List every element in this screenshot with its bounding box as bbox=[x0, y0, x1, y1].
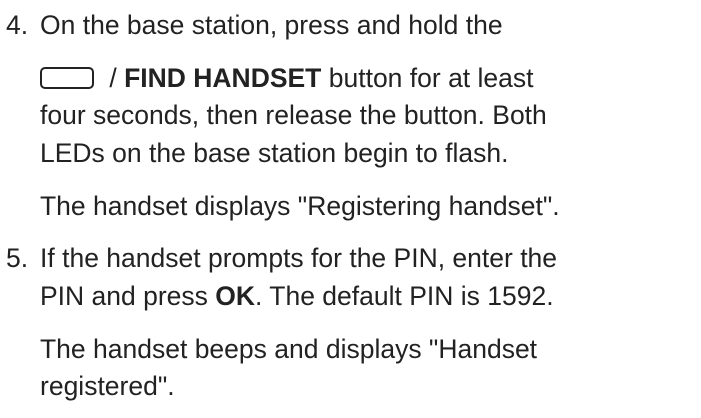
find-handset-label: FIND HANDSET bbox=[124, 63, 322, 93]
button-icon bbox=[40, 67, 94, 89]
step-text-line: four seconds, then release the button. B… bbox=[40, 100, 547, 130]
step-text-line: / FIND HANDSET button for at least bbox=[40, 65, 534, 92]
step-text-line: If the handset prompts for the PIN, ente… bbox=[40, 243, 558, 273]
step-text-line: On the base station, press and hold the bbox=[40, 10, 503, 40]
step-number: 4. bbox=[6, 10, 29, 40]
ok-label: OK bbox=[215, 281, 256, 311]
step-text-line: LEDs on the base station begin to flash. bbox=[40, 138, 509, 168]
step-note: The handset displays "Registering handse… bbox=[40, 191, 560, 221]
step-note: The handset beeps and displays "Handset bbox=[40, 334, 538, 364]
step-text-line: PIN and press OK. The default PIN is 159… bbox=[40, 281, 554, 311]
step-note: registered". bbox=[40, 371, 175, 401]
step-number: 5. bbox=[6, 243, 29, 273]
